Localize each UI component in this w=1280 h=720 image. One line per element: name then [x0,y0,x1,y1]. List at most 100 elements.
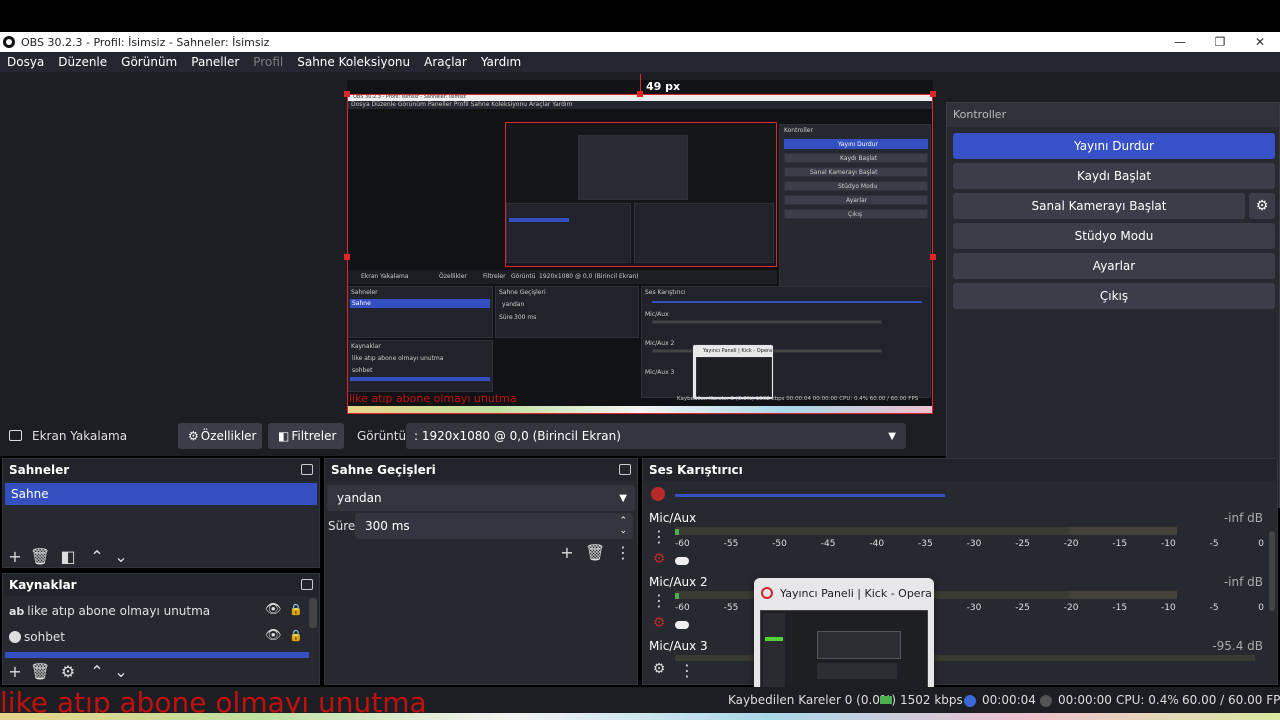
nested-popup-thumb [696,357,772,397]
spin-arrows-icon[interactable]: ⌃ ⌄ [619,516,627,536]
visibility-eye-icon[interactable]: 👁 [265,602,282,617]
more-options-icon[interactable]: ⋮ [649,527,669,546]
volume-meter-warn [1069,591,1177,599]
program-preview[interactable]: OBS 30.2.3 - Profil: İsimsiz - Sahneler:… [347,80,933,414]
mute-icon[interactable] [651,487,665,501]
nested-ctrl-vcam: Sanal Kamerayı Başlat [810,169,878,176]
opera-icon [761,587,773,599]
scene-filters-icon[interactable]: ◧ [58,547,78,566]
chevron-down-icon: ▼ [619,492,627,504]
duration-spinbox[interactable]: 300 ms ⌃ ⌄ [355,513,633,539]
resize-handle-right[interactable] [930,254,936,260]
resize-handle-tl[interactable] [344,91,350,97]
remove-scene-icon[interactable]: 🗑 [30,547,50,566]
undock-icon[interactable] [301,579,313,590]
menu-bar: Dosya Düzenle Görünüm Paneller Profil Sa… [0,52,1280,72]
thumb-content [817,663,897,679]
add-transition-icon[interactable]: + [557,543,577,562]
maximize-button[interactable]: ❐ [1200,32,1240,52]
transitions-title-text: Sahne Geçişleri [331,463,436,477]
menu-edit[interactable]: Düzenle [58,55,107,69]
add-scene-icon[interactable]: + [5,547,25,566]
volume-slider-handle[interactable] [675,557,689,565]
duration-label: Süre [328,519,356,533]
settings-button[interactable]: Ayarlar [953,253,1275,279]
lock-icon[interactable]: 🔒 [289,629,303,642]
scene-item[interactable]: Sahne [5,483,317,505]
nested-controls-dock: Kontroller Yayını Durdur Kaydı Başlat Sa… [779,124,931,304]
properties-button[interactable]: ⚙ Özellikler [178,423,262,449]
move-up-icon[interactable]: ⌃ [87,662,107,681]
volume-meter-warn [1069,527,1177,535]
minimize-button[interactable]: — [1160,32,1200,52]
exit-button[interactable]: Çıkış [953,283,1275,309]
resize-handle-tr[interactable] [930,91,936,97]
nested-popup-title: Yayıncı Paneli | Kick - Opera [703,348,773,354]
audio-settings-gear-icon[interactable]: ⚙ [649,615,669,631]
menu-docks[interactable]: Paneller [191,55,239,69]
undock-icon[interactable] [301,464,313,475]
more-options-icon[interactable]: ⋮ [649,591,669,610]
nested-inner-mixer [634,203,774,263]
more-options-icon[interactable]: ⋮ [613,543,633,562]
menu-file[interactable]: Dosya [7,55,44,69]
thumb-highlight [765,637,783,641]
visibility-eye-icon[interactable]: 👁 [265,628,282,643]
filters-button[interactable]: ◧ Filtreler [268,423,344,449]
add-source-icon[interactable]: + [5,662,25,681]
db-scale-label: -25 [1015,603,1030,613]
volume-fader[interactable] [675,494,945,497]
nested-menu: Dosya Düzenle Görünüm Paneller Profil Sa… [351,101,573,108]
record-time: 00:00:00 [1058,693,1112,707]
source-selection[interactable] [5,652,309,658]
resize-handle-left[interactable] [344,254,350,260]
volume-meter-level [675,529,679,535]
nested-transitions-dock: Sahne Geçişleri yandan Süre 300 ms [495,286,639,338]
display-value: : 1920x1080 @ 0,0 (Birincil Ekran) [414,429,621,443]
taskbar-preview-popup[interactable]: Yayıncı Paneli | Kick - Opera [754,578,934,702]
nested-title: OBS 30.2.3 - Profil: İsimsiz - Sahneler:… [353,94,466,100]
source-item-text[interactable]: ab like atıp abone olmayı unutma [9,604,210,618]
move-down-icon[interactable]: ⌄ [111,662,131,681]
nested-scenes-title: Sahneler [351,289,378,296]
more-options-icon[interactable]: ⋮ [677,661,697,680]
move-up-icon[interactable]: ⌃ [87,547,107,566]
mixer-settings-gear-icon[interactable]: ⚙ [649,661,669,677]
audio-settings-gear-icon[interactable]: ⚙ [649,551,669,567]
remove-source-icon[interactable]: 🗑 [30,662,50,681]
sources-title-text: Kaynaklar [9,578,77,592]
scrollbar[interactable] [1269,531,1275,611]
menu-profile[interactable]: Profil [253,55,283,69]
text-icon: ab [9,604,25,618]
menu-tools[interactable]: Araçlar [424,55,467,69]
db-scale-label: -30 [966,603,982,613]
source-properties-gear-icon[interactable]: ⚙ [58,662,78,681]
virtualcam-settings-gear-icon[interactable]: ⚙ [1249,193,1275,219]
scrollbar[interactable] [309,598,317,628]
nested-ctrl-exit: Çıkış [848,211,863,218]
nested-duration-value: 300 ms [514,314,537,321]
lock-icon[interactable]: 🔒 [289,603,303,616]
studio-mode-button[interactable]: Stüdyo Modu [953,223,1275,249]
menu-help[interactable]: Yardım [481,55,521,69]
source-item-label: sohbet [24,630,65,644]
transition-value: yandan [337,491,382,505]
menu-view[interactable]: Görünüm [121,55,177,69]
volume-slider-handle[interactable] [675,621,689,629]
controls-dock: Kontroller Yayını Durdur Kaydı Başlat Sa… [946,102,1280,508]
close-button[interactable]: ✕ [1240,32,1280,52]
start-record-button[interactable]: Kaydı Başlat [953,163,1275,189]
stop-stream-button[interactable]: Yayını Durdur [953,133,1275,159]
move-down-icon[interactable]: ⌄ [111,547,131,566]
mixer-channel-db: -inf dB [1223,575,1263,589]
source-item-browser[interactable]: sohbet [9,630,65,644]
undock-icon[interactable] [619,464,631,475]
display-select[interactable]: : 1920x1080 @ 0,0 (Birincil Ekran) ▼ [406,423,906,449]
start-virtualcam-button[interactable]: Sanal Kamerayı Başlat [953,193,1245,219]
db-scale-label: -60 [675,539,690,549]
mixer-channel-name: Mic/Aux 2 [649,575,708,589]
window-titlebar: OBS 30.2.3 - Profil: İsimsiz - Sahneler:… [0,32,1280,52]
menu-scene-collection[interactable]: Sahne Koleksiyonu [297,55,410,69]
transition-select[interactable]: yandan ▼ [327,485,635,511]
remove-transition-icon[interactable]: 🗑 [585,543,605,562]
